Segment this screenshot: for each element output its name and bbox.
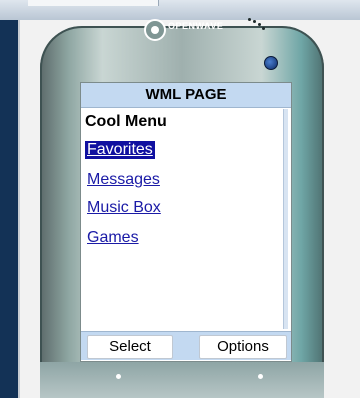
browser-tab[interactable] [28,0,159,6]
phone-keypad-area [40,362,324,398]
scrollbar[interactable] [283,109,288,329]
brand-area: OPENWAVE [100,14,265,44]
status-led-icon [264,56,278,70]
left-key-dot-icon[interactable] [116,374,121,379]
softkey-bar: Select Options [81,331,291,360]
openwave-logo-icon [144,19,166,41]
page-title: WML PAGE [81,83,291,108]
speaker-dots-icon [248,18,266,32]
menu-link-favorites[interactable]: Favorites [85,141,155,159]
brand-name: OPENWAVE [168,21,224,31]
right-key-dot-icon[interactable] [258,374,263,379]
phone-screen: WML PAGE Cool Menu Favorites Messages Mu… [80,82,292,362]
browser-left-border [0,20,18,398]
menu-link-messages[interactable]: Messages [85,171,162,189]
menu-heading: Cool Menu [85,113,167,130]
menu-link-games[interactable]: Games [85,229,141,247]
menu-link-music-box[interactable]: Music Box [85,199,163,217]
options-softkey[interactable]: Options [199,335,287,359]
select-softkey[interactable]: Select [87,335,173,359]
